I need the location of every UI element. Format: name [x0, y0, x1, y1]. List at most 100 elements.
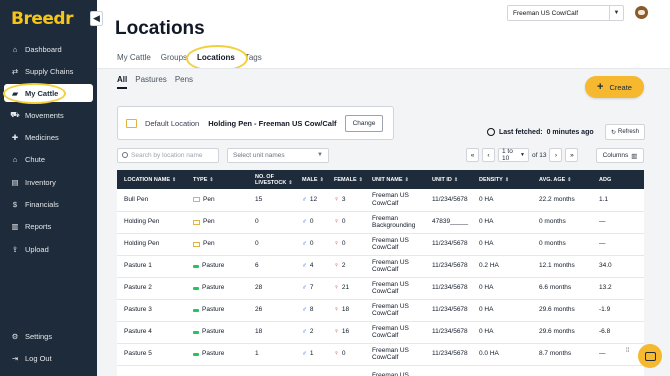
page-range-select[interactable]: 1 to 10 ▼: [498, 148, 529, 162]
sort-icon: ⇕: [172, 176, 177, 183]
table-row[interactable]: Pasture 3 Pasture 26 ♂ 8 ♀ 18 Freeman US Cow/Ca…: [117, 299, 644, 322]
table-row[interactable]: Bull Pen Pen 15 ♂ 12 ♀ 3 Freeman US Cow/Calf 11/…: [117, 189, 644, 212]
column-header[interactable]: AVG. AGE ⇕: [532, 170, 592, 189]
sidebar-item-financials[interactable]: $ Financials: [0, 195, 97, 213]
column-header[interactable]: MALE ⇕: [295, 170, 327, 189]
unit-name-cell: Freeman US Cow/Calf: [365, 299, 425, 322]
table-row[interactable]: Pasture 1 Pasture 6 ♂ 4 ♀ 2 Freeman US Cow/Calf…: [117, 255, 644, 278]
column-header[interactable]: NO. OF LIVESTOCK ⇕: [248, 170, 295, 189]
female-icon: ♀: [334, 350, 339, 358]
sidebar-item-logout[interactable]: ⇥ Log Out: [0, 349, 97, 367]
avatar[interactable]: [635, 6, 648, 19]
sidebar-item-upload[interactable]: ⇪ Upload: [0, 240, 97, 258]
avg-age-cell: 8.7 months: [532, 343, 592, 366]
female-icon: ♀: [334, 306, 339, 314]
location-name-cell: Pasture 5: [117, 343, 186, 366]
tab-my-cattle[interactable]: My Cattle: [117, 53, 151, 67]
location-name-cell: Holding Pen: [117, 211, 186, 234]
change-button[interactable]: Change: [345, 115, 383, 132]
last-page-button[interactable]: »: [565, 148, 579, 162]
sidebar-item-chute[interactable]: ⌂ Chute: [0, 150, 97, 168]
table-row[interactable]: Pasture 4 Pasture 18 ♂ 2 ♀ 16 Freeman US Cow/Ca…: [117, 321, 644, 344]
table-row[interactable]: Pasture 5 Pasture 1 ♂ 1 ♀ 0 Freeman US Cow/Calf…: [117, 343, 644, 366]
sidebar-item-movements[interactable]: ⛟ Movements: [0, 106, 97, 124]
adg-cell: [592, 365, 644, 376]
search-input[interactable]: Search by location name: [117, 148, 219, 163]
tab-tags[interactable]: Tags: [245, 53, 262, 67]
tab-groups[interactable]: Groups: [161, 53, 187, 67]
chat-icon: [644, 351, 656, 361]
sidebar-item-label: Movements: [25, 110, 64, 120]
column-header[interactable]: FEMALE ⇕: [327, 170, 365, 189]
page-title: Locations: [115, 18, 205, 39]
avg-age-cell: 22.2 months: [532, 189, 592, 212]
medicine-icon: ✚: [11, 132, 19, 142]
female-cell: ♀ 0: [327, 233, 365, 256]
refresh-icon: ↻: [610, 129, 616, 136]
sidebar-item-dashboard[interactable]: ⌂ Dashboard: [0, 40, 97, 58]
male-cell: [295, 365, 327, 376]
tab-locations[interactable]: Locations: [197, 53, 235, 67]
farm-select[interactable]: Freeman US Cow/Calf ▼: [507, 5, 624, 21]
refresh-label: Refresh: [618, 129, 640, 135]
unit-name-select[interactable]: Select unit names ▼: [227, 148, 329, 163]
column-header[interactable]: UNIT NAME ⇕: [365, 170, 425, 189]
table-row[interactable]: Holding Pen Pen 0 ♂ 0 ♀ 0 Freeman Backgrounding…: [117, 211, 644, 234]
density-cell: 0 HA: [472, 277, 532, 300]
unit-select-placeholder: Select unit names: [233, 152, 285, 159]
sidebar-item-reports[interactable]: ▥ Reports: [0, 217, 97, 235]
livestock-cell: [248, 365, 295, 376]
subtab-pastures[interactable]: Pastures: [135, 75, 167, 89]
density-cell: 0.2 HA: [472, 255, 532, 278]
collapse-sidebar-button[interactable]: ◀: [90, 11, 103, 26]
table-row[interactable]: Pasture 2 Pasture 28 ♂ 7 ♀ 21 Freeman US Cow/Ca…: [117, 277, 644, 300]
adg-cell: 34.0: [592, 255, 644, 278]
table-row[interactable]: Holding Pen Pen 0 ♂ 0 ♀ 0 Freeman US Cow/Calf 11…: [117, 233, 644, 256]
column-header[interactable]: ADG: [592, 170, 644, 189]
sidebar-item-medicines[interactable]: ✚ Medicines: [0, 128, 97, 146]
chat-button[interactable]: [638, 344, 662, 368]
columns-label: Columns: [602, 152, 629, 159]
male-icon: ♂: [302, 350, 307, 358]
drag-handle-icon[interactable]: ⁞⁞: [626, 348, 632, 354]
male-cell: ♂ 4: [295, 255, 327, 278]
livestock-cell: 28: [248, 277, 295, 300]
unit-name-cell: Freeman US Cow/Calf: [365, 343, 425, 366]
breedr-logo[interactable]: Breedr: [11, 9, 73, 29]
sidebar-item-inventory[interactable]: ▤ Inventory: [0, 173, 97, 191]
sidebar-item-label: Financials: [25, 199, 59, 209]
female-cell: ♀ 3: [327, 189, 365, 212]
column-header[interactable]: DENSITY ⇕: [472, 170, 532, 189]
livestock-cell: 0: [248, 233, 295, 256]
subtab-pens[interactable]: Pens: [175, 75, 193, 89]
location-name-cell: Pasture 4: [117, 321, 186, 344]
column-header[interactable]: TYPE ⇕: [186, 170, 248, 189]
pasture-icon: [193, 308, 199, 312]
female-cell: ♀ 21: [327, 277, 365, 300]
male-icon: ♂: [302, 262, 307, 270]
avg-age-cell: [532, 365, 592, 376]
column-header[interactable]: UNIT ID ⇕: [425, 170, 472, 189]
first-page-button[interactable]: «: [466, 148, 479, 162]
table-row[interactable]: Freeman US: [117, 365, 644, 376]
subtab-all[interactable]: All: [117, 75, 128, 89]
sidebar-item-settings[interactable]: ⚙ Settings: [0, 327, 97, 345]
next-page-button[interactable]: ›: [549, 148, 563, 162]
refresh-button[interactable]: ↻ Refresh: [605, 124, 645, 140]
sidebar-item-my-cattle[interactable]: ▰ My Cattle: [4, 84, 93, 102]
sidebar-item-supply-chains[interactable]: ⇄ Supply Chains: [0, 62, 97, 80]
column-header[interactable]: LOCATION NAME ⇕: [117, 170, 186, 189]
columns-button[interactable]: Columns ▥: [596, 148, 644, 163]
female-icon: ♀: [334, 284, 339, 292]
prev-page-button[interactable]: ‹: [482, 148, 495, 162]
pen-icon: [126, 118, 137, 128]
female-icon: ♀: [334, 240, 339, 248]
male-icon: ♂: [302, 218, 307, 226]
density-cell: 0 HA: [472, 189, 532, 212]
pen-icon: [193, 241, 200, 247]
unit-id-cell: 47839_____: [425, 211, 472, 234]
location-name-cell: Holding Pen: [117, 233, 186, 256]
create-button[interactable]: + Create: [585, 76, 644, 98]
unit-name-cell: Freeman US Cow/Calf: [365, 255, 425, 278]
female-cell: ♀ 0: [327, 343, 365, 366]
